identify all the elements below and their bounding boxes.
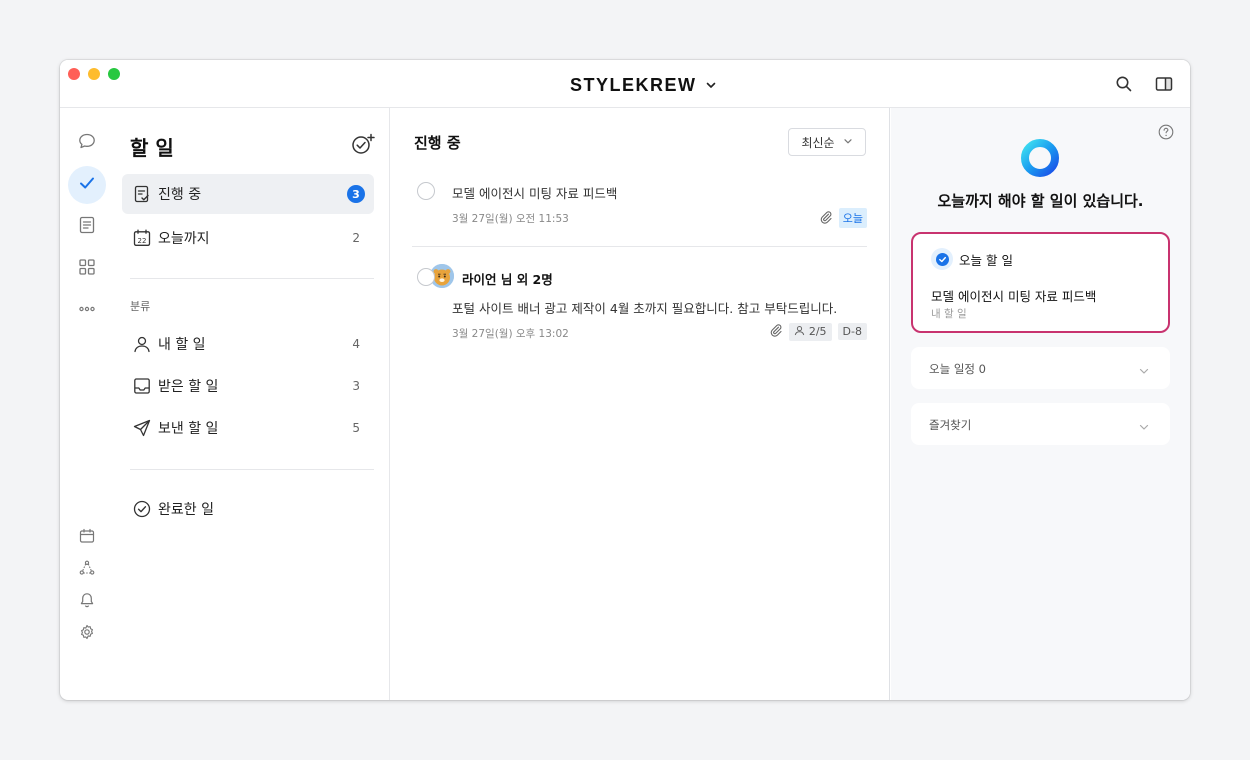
minimize-window-button[interactable] (88, 68, 100, 80)
rail-more-button[interactable] (68, 292, 106, 330)
nav-item-label: 내 할 일 (158, 337, 206, 353)
task-divider (412, 246, 867, 247)
todo-nav-panel: 할 일 진행 중 3 22 오늘까지 2 분류 내 할 일 4 받은 할 일 3… (116, 108, 390, 700)
nav-item-label: 진행 중 (158, 187, 202, 203)
side-panel-toggle-icon[interactable] (1154, 74, 1174, 94)
task-title: 포털 사이트 배너 광고 제작이 4월 초까지 필요합니다. 참고 부탁드립니다… (452, 301, 838, 316)
check-badge-icon (931, 248, 953, 270)
calendar-date-icon: 22 (132, 228, 152, 248)
nav-item-received-todos[interactable]: 받은 할 일 3 (122, 366, 374, 406)
task-date: 3월 27일(월) 오후 13:02 (452, 328, 569, 340)
rail-chat-button[interactable] (68, 124, 106, 162)
chevron-down-icon (843, 135, 853, 149)
received-todos-count: 3 (352, 379, 360, 393)
category-section-label: 분류 (130, 300, 151, 313)
sort-dropdown[interactable]: 최신순 (788, 128, 866, 156)
progress-tag: 2/5 (788, 322, 832, 341)
today-card-task: 모델 에이전시 미팅 자료 피드백 (931, 289, 1097, 304)
person-icon (794, 325, 805, 339)
in-progress-count-badge: 3 (347, 185, 365, 203)
nav-item-label: 완료한 일 (158, 502, 214, 518)
nav-item-my-todos[interactable]: 내 할 일 4 (122, 324, 374, 364)
title-bar: STYLEKREW (60, 60, 1190, 108)
task-meta: 오늘 (819, 208, 867, 228)
nav-item-label: 오늘까지 (158, 231, 210, 247)
workspace-name: STYLEKREW (570, 74, 697, 95)
person-icon (132, 334, 152, 354)
nav-item-label: 받은 할 일 (158, 379, 219, 395)
rail-settings-gear-icon[interactable] (77, 622, 97, 642)
paperclip-icon (769, 322, 783, 341)
task-date: 3월 27일(월) 오전 11:53 (452, 213, 569, 225)
more-horizontal-icon (77, 299, 97, 323)
rail-calendar-icon[interactable] (77, 526, 97, 546)
task-item[interactable]: 포털 사이트 배너 광고 제작이 4월 초까지 필요합니다. 참고 부탁드립니다… (412, 256, 867, 341)
task-list-panel: 진행 중 최신순 모델 에이전시 미팅 자료 피드백 3월 27일(월) 오전 … (390, 108, 890, 700)
today-schedule-accordion[interactable]: 오늘 일정 0 (911, 347, 1170, 389)
sent-todos-count: 5 (352, 421, 360, 435)
chat-bubble-icon (77, 131, 97, 155)
add-todo-icon (350, 133, 376, 160)
favorites-label: 즐겨찾기 (929, 418, 972, 432)
today-summary-panel: 오늘까지 해야 할 일이 있습니다. 오늘 할 일 모델 에이전시 미팅 자료 … (891, 108, 1190, 700)
task-list-icon (132, 184, 152, 204)
nav-divider (130, 469, 374, 470)
progress-value: 2/5 (808, 325, 827, 338)
list-title: 진행 중 (414, 134, 461, 152)
due-today-count: 2 (352, 231, 360, 245)
my-todos-count: 4 (352, 337, 360, 351)
nav-item-due-today[interactable]: 22 오늘까지 2 (122, 218, 374, 258)
search-icon[interactable] (1114, 74, 1134, 94)
paperclip-icon (819, 209, 833, 228)
help-question-icon[interactable] (1158, 124, 1174, 140)
rail-apps-button[interactable] (68, 250, 106, 288)
task-meta: 2/5 D-8 (769, 322, 867, 341)
today-summary-heading: 오늘까지 해야 할 일이 있습니다. (937, 192, 1144, 210)
chevron-down-icon (705, 76, 717, 95)
task-complete-checkbox[interactable] (417, 268, 435, 286)
today-card-category: 내 할 일 (931, 308, 967, 320)
workspace-switcher[interactable]: STYLEKREW (570, 74, 717, 96)
add-todo-button[interactable] (350, 132, 376, 156)
rail-todo-button[interactable] (68, 166, 106, 204)
nav-item-label: 보낸 할 일 (158, 421, 219, 437)
close-window-button[interactable] (68, 68, 80, 80)
today-schedule-label: 오늘 일정 0 (929, 362, 986, 376)
app-window: STYLEKREW 할 일 진행 중 3 22 오늘까지 2 분류 내 할 일 … (60, 60, 1190, 700)
check-circle-icon (132, 499, 152, 519)
rail-org-chart-icon[interactable] (77, 558, 97, 578)
nav-item-in-progress[interactable]: 진행 중 3 (122, 174, 374, 214)
task-title: 모델 에이전시 미팅 자료 피드백 (452, 186, 618, 201)
task-item[interactable]: 모델 에이전시 미팅 자료 피드백 3월 27일(월) 오전 11:53 오늘 (412, 178, 867, 240)
today-tag: 오늘 (838, 208, 867, 228)
today-todo-card[interactable]: 오늘 할 일 모델 에이전시 미팅 자료 피드백 내 할 일 (911, 232, 1170, 333)
paper-plane-icon (132, 418, 152, 438)
nav-item-completed[interactable]: 완료한 일 (122, 489, 374, 529)
rail-bell-icon[interactable] (77, 590, 97, 610)
dday-tag: D-8 (837, 323, 867, 340)
chevron-down-icon (1138, 362, 1150, 374)
maximize-window-button[interactable] (108, 68, 120, 80)
nav-item-sent-todos[interactable]: 보낸 할 일 5 (122, 408, 374, 448)
document-list-icon (77, 215, 97, 239)
app-rail (60, 108, 116, 700)
nav-divider (130, 278, 374, 279)
calendar-day-number: 22 (138, 237, 147, 245)
task-complete-checkbox[interactable] (417, 182, 435, 200)
checkmark-icon (77, 173, 97, 197)
chevron-down-icon (1138, 418, 1150, 430)
favorites-accordion[interactable]: 즐겨찾기 (911, 403, 1170, 445)
sort-selected-value: 최신순 (801, 135, 835, 150)
grid-icon (77, 257, 97, 281)
todo-title: 할 일 (130, 136, 174, 160)
rail-board-button[interactable] (68, 208, 106, 246)
inbox-icon (132, 376, 152, 396)
status-ring-icon (1020, 138, 1060, 178)
today-card-title: 오늘 할 일 (959, 253, 1013, 268)
